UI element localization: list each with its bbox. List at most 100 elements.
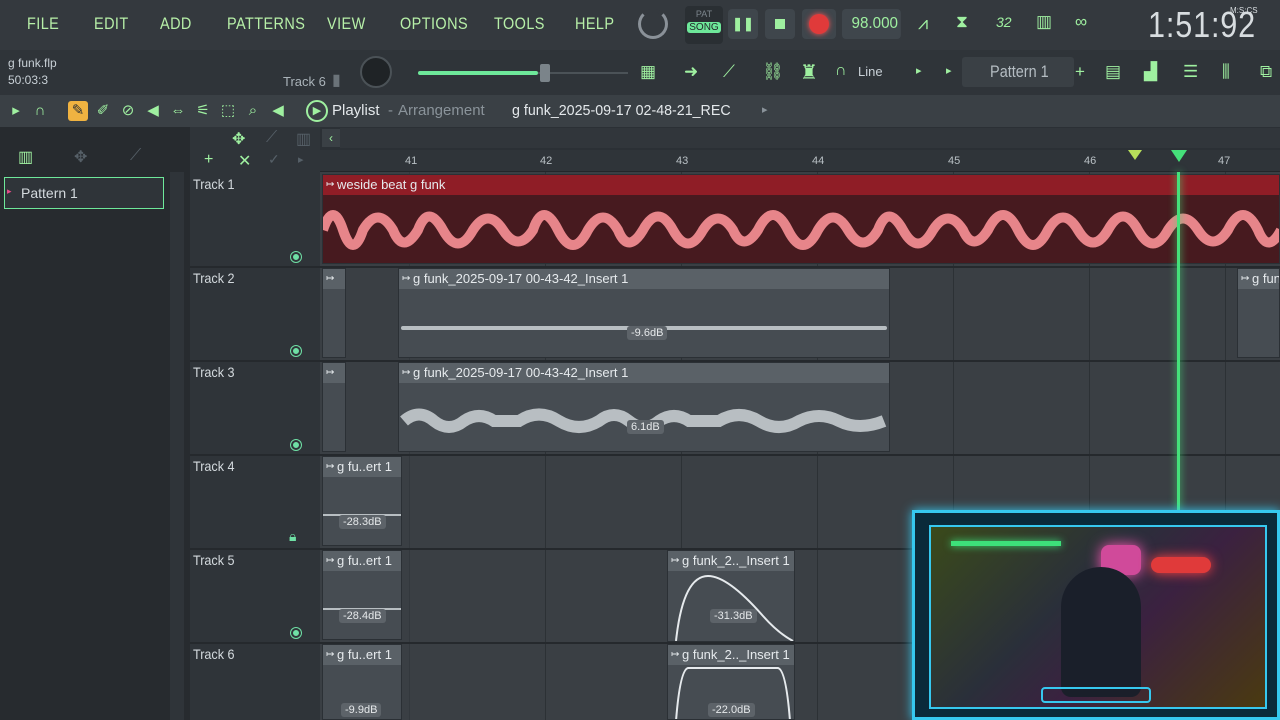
metronome-icon[interactable]: ⩘ bbox=[918, 13, 928, 34]
track-1-mute-indicator[interactable] bbox=[291, 252, 301, 262]
snap-mode-select[interactable]: Line bbox=[858, 64, 883, 79]
piano-keyboard-icon[interactable]: ▦ bbox=[640, 62, 656, 82]
delete-tool-icon[interactable]: ⊘ bbox=[118, 101, 138, 121]
menu-view[interactable]: VIEW bbox=[327, 14, 366, 34]
stamp-icon[interactable]: ♜ bbox=[800, 60, 818, 85]
menu-edit[interactable]: EDIT bbox=[94, 14, 129, 34]
audio-clip-icon[interactable]: ✥ bbox=[74, 147, 87, 167]
playhead-line[interactable] bbox=[1177, 172, 1180, 512]
collapse-left-icon[interactable]: ‹ bbox=[322, 129, 340, 147]
mute-tool-icon[interactable]: ◀ bbox=[143, 101, 163, 121]
track-6-label[interactable]: Track 6 bbox=[193, 646, 235, 662]
track-5-label[interactable]: Track 5 bbox=[193, 552, 235, 568]
playhead-marker-icon[interactable] bbox=[1171, 150, 1187, 162]
audio-clip[interactable] bbox=[322, 362, 346, 452]
clip-volume-badge[interactable]: -22.0dB bbox=[708, 703, 755, 717]
menu-tools[interactable]: TOOLS bbox=[494, 14, 545, 34]
typing-keyboard-icon[interactable]: ▥ bbox=[1036, 12, 1052, 32]
timeline-ruler[interactable]: 41 42 43 44 45 46 47 bbox=[320, 150, 1280, 172]
add-track-icon[interactable]: + bbox=[204, 151, 213, 169]
arrangement-name[interactable]: g funk_2025-09-17 02-48-21_REC bbox=[512, 102, 731, 119]
brush-icon[interactable]: ⟋ bbox=[723, 62, 735, 82]
clip-volume-badge[interactable]: 6.1dB bbox=[627, 420, 664, 434]
audio-clip[interactable] bbox=[322, 268, 346, 358]
mixer-window-icon[interactable]: ⫼ bbox=[1222, 62, 1230, 82]
clip-volume-badge[interactable]: -9.6dB bbox=[627, 326, 668, 340]
arrangement-arrow-icon[interactable]: ▸ bbox=[762, 103, 768, 116]
slip-tool-icon[interactable]: ⇔ bbox=[168, 101, 188, 121]
piano-icon[interactable]: ▥ bbox=[18, 147, 33, 167]
pattern-selector[interactable]: Pattern 1 bbox=[962, 57, 1074, 87]
menu-file[interactable]: FILE bbox=[27, 14, 59, 34]
select-tool-icon[interactable]: ⬚ bbox=[218, 101, 238, 121]
zoom-tool-icon[interactable]: ⌕ bbox=[243, 101, 263, 121]
playlist-menu-arrow-icon[interactable]: ▸ bbox=[6, 101, 26, 121]
pause-button[interactable]: ❚❚ bbox=[728, 9, 758, 39]
clip-volume-badge[interactable]: -28.4dB bbox=[339, 609, 386, 623]
playback-tool-icon[interactable]: ◀ bbox=[268, 101, 288, 121]
snap-arrow-icon[interactable]: ▸ bbox=[916, 64, 922, 77]
audio-clip[interactable]: g fu..ert 1 -9.9dB bbox=[322, 644, 402, 720]
clip-title: g funk_2.._Insert 1 bbox=[668, 551, 794, 571]
track-4-label[interactable]: Track 4 bbox=[193, 458, 235, 474]
audio-clip[interactable]: g funk_2025-09-17 00-43-42_Insert 1 -9.6… bbox=[398, 268, 890, 358]
pat-song-toggle[interactable]: PAT SONG bbox=[685, 6, 723, 44]
playlist-play-icon[interactable]: ▶ bbox=[306, 100, 328, 122]
track-1-label[interactable]: Track 1 bbox=[193, 176, 235, 192]
bar-number: 41 bbox=[405, 155, 418, 167]
audio-clip[interactable]: g fu..ert 1 -28.3dB bbox=[322, 456, 402, 546]
clip-volume-badge[interactable]: -9.9dB bbox=[341, 703, 382, 717]
audio-clip[interactable]: weside beat g funk bbox=[322, 174, 1280, 264]
channel-rack-window-icon[interactable]: ☰ bbox=[1183, 62, 1198, 82]
track-3-label[interactable]: Track 3 bbox=[193, 364, 235, 380]
remove-track-icon[interactable]: ✕ bbox=[238, 151, 251, 171]
loop-record-icon[interactable]: ∞ bbox=[1075, 12, 1087, 32]
add-audio-icon[interactable]: ✥ bbox=[232, 129, 245, 149]
master-pitch-slider-handle[interactable] bbox=[540, 64, 550, 82]
add-pattern-clip-icon[interactable]: ▥ bbox=[296, 129, 311, 149]
slice-tool-icon[interactable]: ⚟ bbox=[193, 101, 213, 121]
track-4-lock-icon[interactable]: 🔒︎ bbox=[289, 528, 296, 545]
track-arrow-icon[interactable]: ▸ bbox=[298, 153, 304, 166]
audio-clip[interactable]: g fun bbox=[1237, 268, 1280, 358]
add-automation-icon[interactable]: ⟋ bbox=[266, 129, 277, 147]
record-button[interactable] bbox=[802, 9, 836, 39]
stop-button[interactable] bbox=[765, 9, 795, 39]
pattern-list-item[interactable]: ▸ Pattern 1 bbox=[4, 177, 164, 209]
track-check-icon[interactable]: ✓ bbox=[268, 151, 280, 168]
clip-volume-badge[interactable]: -31.3dB bbox=[710, 609, 757, 623]
track-2-label[interactable]: Track 2 bbox=[193, 270, 235, 286]
tempo-display[interactable]: 98.000 bbox=[842, 9, 901, 39]
audio-clip[interactable]: g funk_2025-09-17 00-43-42_Insert 1 6.1d… bbox=[398, 362, 890, 452]
arrow-right-icon[interactable]: ➜ bbox=[684, 62, 698, 82]
snap-magnet-icon[interactable]: ∩ bbox=[30, 101, 50, 121]
loop-marker-icon[interactable] bbox=[1128, 150, 1142, 160]
automation-icon[interactable]: ⟋ bbox=[130, 147, 141, 165]
timeline-overview[interactable] bbox=[340, 128, 1280, 148]
menu-options[interactable]: OPTIONS bbox=[400, 14, 468, 34]
draw-tool-icon[interactable]: ✎ bbox=[68, 101, 88, 121]
master-volume-knob[interactable] bbox=[360, 56, 392, 88]
plugin-window-icon[interactable]: ⧉ bbox=[1260, 62, 1272, 82]
menu-patterns[interactable]: PATTERNS bbox=[227, 14, 305, 34]
track-2-mute-indicator[interactable] bbox=[291, 346, 301, 356]
link-icon[interactable]: ⛓ bbox=[762, 62, 784, 82]
audio-clip[interactable]: g fu..ert 1 -28.4dB bbox=[322, 550, 402, 640]
piano-roll-window-icon[interactable]: ▟ bbox=[1144, 62, 1157, 82]
track-5-mute-indicator[interactable] bbox=[291, 628, 301, 638]
audio-clip[interactable]: g funk_2.._Insert 1 -31.3dB bbox=[667, 550, 795, 642]
menu-add[interactable]: ADD bbox=[160, 14, 192, 34]
wait-input-icon[interactable]: ⧗ bbox=[956, 12, 968, 32]
menu-help[interactable]: HELP bbox=[575, 14, 614, 34]
paint-tool-icon[interactable]: ✐ bbox=[93, 101, 113, 121]
audio-clip[interactable]: g funk_2.._Insert 1 -22.0dB bbox=[667, 644, 795, 720]
magnet-icon[interactable]: ∩ bbox=[835, 62, 847, 80]
time-format-label: M:S:CS bbox=[1230, 6, 1258, 15]
clip-volume-badge[interactable]: -28.3dB bbox=[339, 515, 386, 529]
browser-scrollbar[interactable] bbox=[170, 172, 184, 720]
playlist-window-icon[interactable]: ▤ bbox=[1105, 62, 1121, 82]
pattern-prev-icon[interactable]: ▸ bbox=[946, 64, 952, 77]
add-pattern-icon[interactable]: + bbox=[1075, 62, 1085, 82]
clip-title: g funk_2025-09-17 00-43-42_Insert 1 bbox=[399, 269, 889, 289]
track-3-mute-indicator[interactable] bbox=[291, 440, 301, 450]
